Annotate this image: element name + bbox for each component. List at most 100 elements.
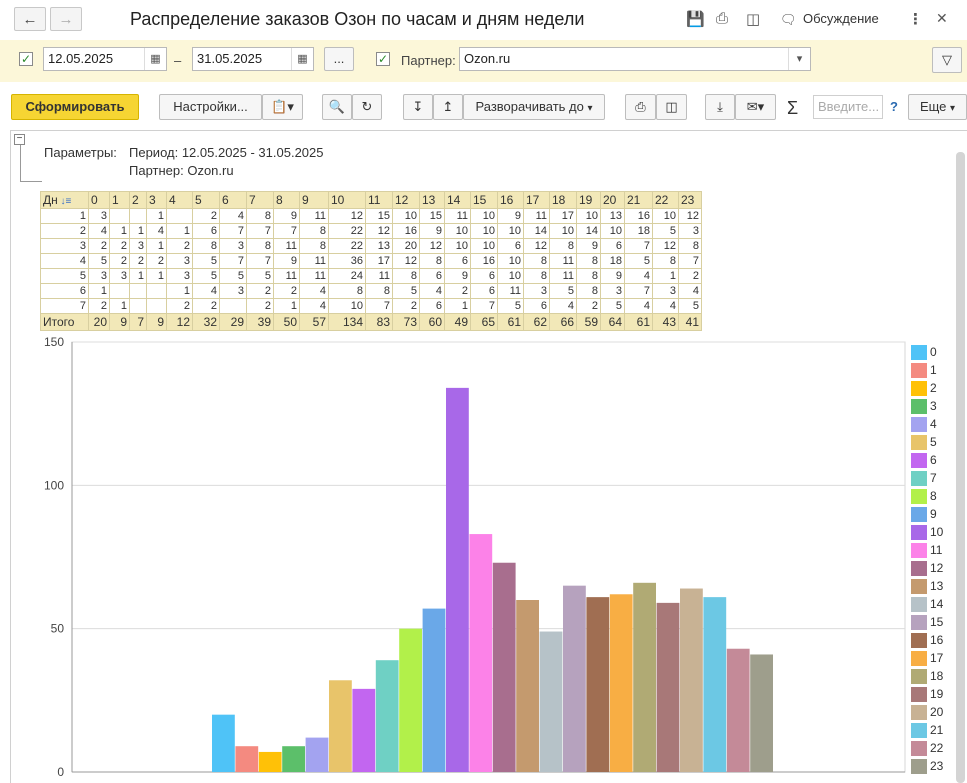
legend-item: 15 xyxy=(911,613,943,631)
table-cell: 5 xyxy=(549,283,577,299)
date-to-field[interactable]: 31.05.2025 ▦ xyxy=(192,47,314,71)
table-header-cell: 22 xyxy=(652,191,679,209)
more-button[interactable]: Еще ▾ xyxy=(908,94,967,120)
date-from-field[interactable]: 12.05.2025 ▦ xyxy=(43,47,167,71)
more-vertical-icon[interactable]: ⋮ xyxy=(908,10,923,28)
collapse-group-icon[interactable]: − xyxy=(14,134,25,145)
preview-icon[interactable]: ◫ xyxy=(746,10,760,28)
table-cell: 9 xyxy=(273,208,300,224)
table-cell: 10 xyxy=(497,223,524,239)
find-next-button[interactable]: ↻ xyxy=(352,94,382,120)
legend-item: 12 xyxy=(911,559,943,577)
sum-icon[interactable]: Σ xyxy=(787,98,798,119)
legend-swatch xyxy=(911,344,927,360)
legend-label: 11 xyxy=(930,543,943,557)
print-icon[interactable]: ⎙ xyxy=(716,10,728,27)
total-cell: 9 xyxy=(146,313,167,331)
print-button[interactable]: ⎙ xyxy=(625,94,656,120)
expand-to-button[interactable]: Разворачивать до ▾ xyxy=(463,94,605,120)
download-button[interactable]: ⤓ xyxy=(705,94,735,120)
table-cell: 7 xyxy=(470,298,498,314)
table-cell: 8 xyxy=(549,238,577,254)
arrow-right-icon: → xyxy=(58,10,74,28)
legend-item: 19 xyxy=(911,685,943,703)
arrow-left-icon: ← xyxy=(22,10,38,28)
help-link[interactable]: ? xyxy=(890,99,898,114)
table-row-header: 4 xyxy=(40,253,89,269)
close-icon[interactable]: ✕ xyxy=(936,10,948,27)
vertical-scrollbar[interactable] xyxy=(956,152,965,783)
table-cell xyxy=(129,208,147,224)
table-header-cell: 3 xyxy=(146,191,167,209)
discussion-icon[interactable]: 🗨 xyxy=(780,12,797,28)
table-cell: 6 xyxy=(419,268,445,284)
table-header-cell: 11 xyxy=(365,191,393,209)
calendar-icon[interactable]: ▦ xyxy=(291,48,313,70)
legend-item: 9 xyxy=(911,505,943,523)
preview-button[interactable]: ◫ xyxy=(656,94,687,120)
table-cell: 12 xyxy=(392,253,420,269)
table-cell: 9 xyxy=(419,223,445,239)
legend-item: 4 xyxy=(911,415,943,433)
send-email-button[interactable]: ✉▾ xyxy=(735,94,776,120)
table-cell: 6 xyxy=(444,253,471,269)
table-cell: 1 xyxy=(166,223,193,239)
filter-button[interactable]: ▽ xyxy=(932,47,962,73)
table-cell: 4 xyxy=(299,283,329,299)
sort-desc-button[interactable]: ↧ xyxy=(403,94,433,120)
legend-label: 22 xyxy=(930,741,944,755)
table-cell: 1 xyxy=(273,298,300,314)
table-cell: 12 xyxy=(365,223,393,239)
table-cell: 4 xyxy=(549,298,577,314)
table-header-cell: 13 xyxy=(419,191,445,209)
report-toolbar: Сформировать Настройки... 📋▾ 🔍 ↻ ↧ ↥ Раз… xyxy=(0,86,967,128)
legend-item: 20 xyxy=(911,703,943,721)
table-cell xyxy=(109,208,130,224)
sort-asc-icon: ↥ xyxy=(442,99,454,114)
table-cell: 1 xyxy=(129,268,147,284)
table-header-cell: 10 xyxy=(328,191,366,209)
period-select-button[interactable]: ... xyxy=(324,47,354,71)
legend-label: 23 xyxy=(930,759,944,773)
table-header-cell: 8 xyxy=(273,191,300,209)
table-cell: 2 xyxy=(146,253,167,269)
title-bar: ← → Распределение заказов Озон по часам … xyxy=(0,0,967,40)
table-header-cell: 14 xyxy=(444,191,471,209)
partner-field[interactable]: Ozon.ru ▾ xyxy=(459,47,811,71)
table-header-cell: 2 xyxy=(129,191,147,209)
table-cell: 4 xyxy=(678,283,702,299)
table-cell: 3 xyxy=(219,283,247,299)
table-cell: 4 xyxy=(146,223,167,239)
table-header-cell: 21 xyxy=(624,191,653,209)
sort-asc-button[interactable]: ↥ xyxy=(433,94,463,120)
table-header-cell: 16 xyxy=(497,191,524,209)
legend-swatch xyxy=(911,740,927,756)
period-checkbox[interactable]: ✓ xyxy=(19,52,33,66)
table-cell: 3 xyxy=(166,253,193,269)
variant-button[interactable]: 📋▾ xyxy=(262,94,303,120)
forward-button[interactable]: → xyxy=(50,7,82,31)
find-button[interactable]: 🔍 xyxy=(322,94,352,120)
generate-button[interactable]: Сформировать xyxy=(11,94,139,120)
partner-checkbox[interactable]: ✓ xyxy=(376,52,390,66)
legend-item: 18 xyxy=(911,667,943,685)
chevron-down-icon[interactable]: ▾ xyxy=(788,48,810,70)
table-row: 5 3 3 1 1 3 5 5 5 11 11 24 11 8 6 9 6 10 8 11 8 9 4 1 2 xyxy=(40,268,702,284)
sum-input[interactable]: Введите... xyxy=(813,95,883,119)
total-cell: 62 xyxy=(523,313,550,331)
table-cell: 3 xyxy=(166,268,193,284)
table-corner[interactable]: Дн ↓≡ xyxy=(40,191,89,209)
total-label: Итого xyxy=(40,313,89,331)
table-cell: 8 xyxy=(419,253,445,269)
table-cell: 12 xyxy=(419,238,445,254)
legend-label: 17 xyxy=(930,651,944,665)
discussion-link[interactable]: Обсуждение xyxy=(803,11,879,26)
table-cell: 6 xyxy=(497,238,524,254)
calendar-icon[interactable]: ▦ xyxy=(144,48,166,70)
params-label: Параметры: xyxy=(44,145,117,160)
save-icon[interactable]: 💾 xyxy=(686,10,705,28)
settings-button[interactable]: Настройки... xyxy=(159,94,262,120)
table-cell: 8 xyxy=(192,238,220,254)
back-button[interactable]: ← xyxy=(14,7,46,31)
legend-label: 15 xyxy=(930,615,944,629)
